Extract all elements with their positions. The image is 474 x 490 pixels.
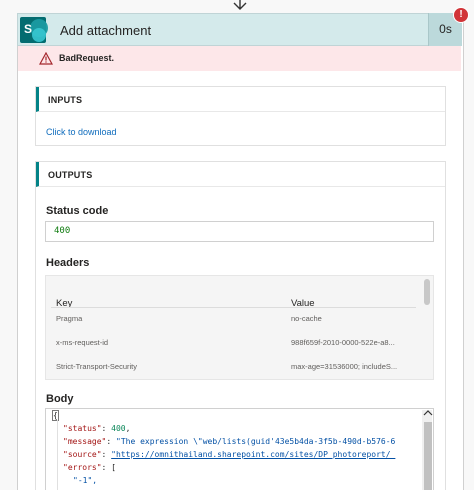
- outputs-heading: OUTPUTS: [48, 170, 93, 180]
- error-message: BadRequest.: [59, 53, 115, 63]
- warning-icon: [39, 52, 53, 65]
- code-line: "message": "The expression \"web/lists(g…: [63, 437, 396, 446]
- code-line: "status": 400,: [63, 424, 131, 433]
- code-line: "errors": [: [63, 463, 116, 472]
- indent-guide: [57, 420, 58, 490]
- status-code-value: 400: [54, 226, 71, 236]
- table-row-key: Pragma: [56, 314, 83, 323]
- chevron-up-icon[interactable]: [423, 409, 433, 417]
- body-code-view[interactable]: [45, 408, 434, 490]
- error-badge: !: [453, 7, 469, 23]
- table-row-value: 988f659f-2010-0000-522e-a8...: [291, 338, 395, 347]
- inputs-section: INPUTS: [35, 86, 446, 146]
- table-row-value: no-cache: [291, 314, 322, 323]
- headers-scrollbar[interactable]: [424, 279, 430, 305]
- arrow-down-icon: [233, 0, 247, 10]
- table-row-value: max-age=31536000; includeS...: [291, 362, 398, 371]
- action-title: Add attachment: [60, 23, 152, 38]
- sharepoint-icon: S: [20, 17, 48, 43]
- code-line: "source": "https://omnithailand.sharepoi…: [63, 450, 396, 459]
- body-label: Body: [46, 393, 74, 405]
- headers-label: Headers: [46, 257, 90, 269]
- code-line: {: [53, 411, 58, 420]
- table-row-key: x-ms-request-id: [56, 338, 109, 347]
- click-to-download-link[interactable]: Click to download: [46, 127, 117, 137]
- body-scroll-thumb[interactable]: [424, 422, 432, 490]
- status-code-label: Status code: [46, 205, 109, 217]
- code-line: "-1",: [73, 476, 98, 485]
- status-code-field: 400: [45, 221, 434, 242]
- headers-table: Key Value Pragma no-cache x-ms-request-i…: [45, 275, 434, 380]
- table-row-key: Strict-Transport-Security: [56, 362, 137, 371]
- inputs-heading: INPUTS: [48, 95, 83, 105]
